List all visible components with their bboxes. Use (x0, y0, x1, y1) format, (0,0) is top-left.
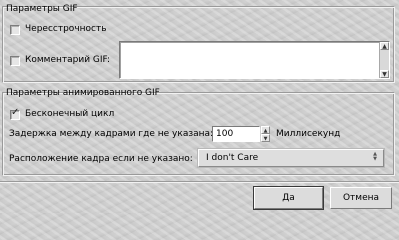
loop-label[interactable]: Бесконечный цикл (25, 108, 114, 120)
gif-options-title: Параметры GIF (6, 4, 78, 14)
check-mark-icon: ✓ (11, 107, 20, 118)
comment-textarea[interactable]: ▲ ▼ (119, 41, 390, 79)
interlace-checkbox[interactable] (10, 25, 20, 35)
comment-scrollbar[interactable]: ▲ ▼ (379, 42, 389, 78)
delay-label: Задержка между кадрами где не указана: (9, 129, 214, 139)
interlace-label[interactable]: Чересстрочность (25, 23, 107, 35)
arrow-down-icon[interactable]: ▼ (261, 134, 270, 142)
scroll-up-icon[interactable]: ▲ (380, 42, 389, 50)
comment-checkbox[interactable] (10, 56, 20, 66)
loop-checkbox[interactable]: ✓ (10, 107, 20, 120)
scroll-down-icon[interactable]: ▼ (380, 70, 389, 78)
button-separator (0, 181, 399, 183)
delay-input[interactable]: 100 (212, 126, 260, 142)
disposal-select[interactable]: I don't Care ▲ ▼ (198, 149, 384, 167)
ok-button[interactable]: Да (253, 186, 324, 210)
delay-unit: Миллисекунд (276, 129, 341, 139)
disposal-label: Расположение кадра если не указано: (9, 154, 193, 164)
combo-arrows-icon: ▲ ▼ (373, 151, 377, 162)
delay-stepper[interactable]: ▲ ▼ (261, 126, 270, 142)
disposal-value: I don't Care (206, 153, 259, 163)
anim-options-title: Параметры анимированного GIF (6, 88, 160, 98)
comment-label[interactable]: Комментарий GIF: (25, 54, 110, 66)
arrow-up-icon[interactable]: ▲ (261, 126, 270, 134)
cancel-button[interactable]: Отмена (330, 187, 392, 209)
